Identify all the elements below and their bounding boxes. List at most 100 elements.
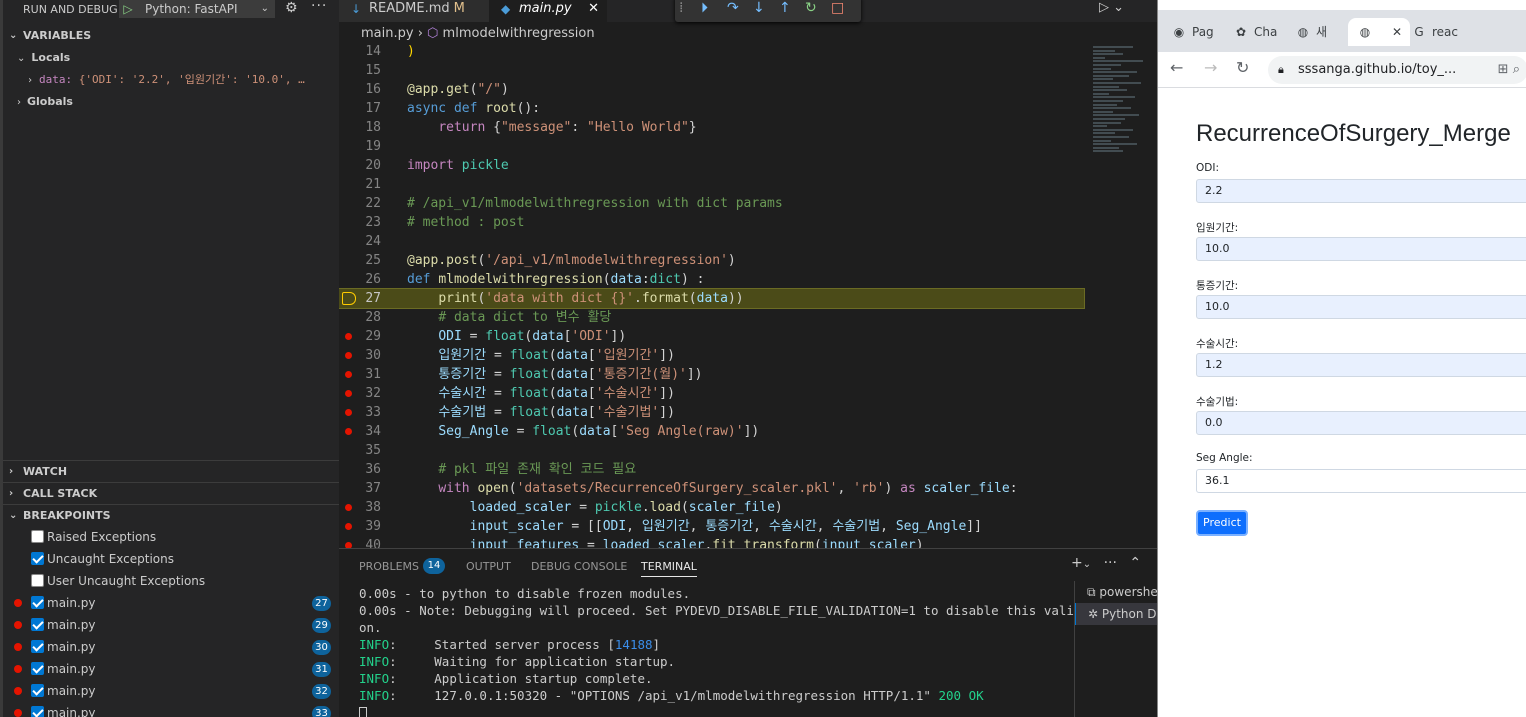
minimap-line [1093,46,1133,48]
exception-option[interactable]: User Uncaught Exceptions [11,570,331,592]
step-over-icon[interactable]: ↷ [727,0,739,16]
minimap-line [1093,60,1143,63]
reload-icon[interactable]: ↻ [1236,58,1249,77]
close-icon[interactable]: ✕ [588,0,599,18]
debug-icon: ✲ [1088,607,1099,621]
chevron-right-icon: › [17,97,21,108]
terminal-item-python-debug[interactable]: ✲ Python Debug Console [1075,603,1157,625]
watch-section-header[interactable]: › WATCH [3,460,339,482]
line-number: 37 [365,481,381,496]
breakpoint-item[interactable]: main.py 29 [11,614,331,636]
field-input[interactable]: 2.2 [1196,179,1526,203]
breakpoint-item[interactable]: main.py 30 [11,636,331,658]
debug-config-select[interactable]: Python: FastAPI ⌄ [137,0,275,18]
stop-icon[interactable]: □ [831,0,844,16]
breadcrumb-symbol[interactable]: mlmodelwithregression [443,26,595,41]
checkbox[interactable] [31,684,44,697]
checkbox[interactable] [31,574,44,587]
tab-main-py[interactable]: ◆ main.py ✕ [489,0,607,22]
call-stack-section-header[interactable]: › CALL STACK [3,482,339,504]
minimap-line [1093,107,1131,110]
field-input[interactable]: 10.0 [1196,237,1526,261]
checkbox[interactable] [31,530,44,543]
breakpoint-item[interactable]: main.py 31 [11,658,331,680]
breakpoints-section-header[interactable]: ⌄ BREAKPOINTS [3,504,339,526]
translate-icon[interactable]: ⊞ [1498,62,1509,77]
tab-debug-console[interactable]: DEBUG CONSOLE [531,560,627,573]
tab-output[interactable]: OUTPUT [466,560,511,573]
variables-section-header[interactable]: ⌄ VARIABLES [3,25,339,47]
zoom-icon[interactable]: ⌕ [1513,62,1520,77]
chevron-right-icon: › [9,488,14,499]
browser-toolbar: ← → ↻ 🔒︎ sssanga.github.io/toy_... ⊞ ⌕ [1158,52,1526,88]
checkbox[interactable] [31,596,44,609]
chevron-down-icon[interactable]: ⌄ [1083,559,1091,570]
field-input[interactable]: 36.1 [1196,469,1526,493]
breakpoint-item[interactable]: main.py 32 [11,680,331,702]
restart-icon[interactable]: ↻ [805,0,817,16]
add-terminal-icon[interactable]: + [1071,555,1083,571]
continue-icon[interactable]: ⏵ [701,0,708,16]
line-number: 31 [365,367,381,382]
minimap-line [1093,85,1119,88]
browser-tab[interactable]: ◉ Pag [1172,18,1230,46]
start-debugging-button[interactable]: ▷ [119,0,137,18]
minimap-line [1093,64,1121,66]
browser-tab[interactable]: ◍ 새 [1296,18,1348,46]
locals-scope[interactable]: ⌄ Locals [17,47,70,69]
globals-scope[interactable]: › Globals [17,91,73,113]
exception-option[interactable]: Raised Exceptions [11,526,331,548]
checkbox[interactable] [31,662,44,675]
back-icon[interactable]: ← [1170,58,1183,77]
code-line: 21 [339,175,1084,194]
tab-problems[interactable]: PROBLEMS [359,560,419,573]
field-input[interactable]: 0.0 [1196,411,1526,435]
drag-handle-icon[interactable]: ⁞ [679,0,683,16]
exception-label: Raised Exceptions [47,530,157,544]
current-code-line: 27 print('data with dict {}'.format(data… [339,288,1085,309]
checkbox[interactable] [31,552,44,565]
checkbox[interactable] [31,706,44,717]
terminal-output[interactable]: 0.00s - to python to disable frozen modu… [359,585,1104,717]
url-text: sssanga.github.io/toy_... [1298,62,1457,77]
exception-option[interactable]: Uncaught Exceptions [11,548,331,570]
variable-data[interactable]: › data: {'ODI': '2.2', '입원기간': '10.0', … [27,69,339,91]
breakpoint-item[interactable]: main.py 27 [11,592,331,614]
debug-toolbar: ⁞ ⏵ ↷ ↓ ↑ ↻ □ [675,0,861,22]
code-line: 40 input_features = loaded_scaler.fit_tr… [339,536,1084,548]
field-input[interactable]: 10.0 [1196,295,1526,319]
code-text: 입원기간 = float(data['입원기간']) [438,348,675,363]
step-out-icon[interactable]: ↑ [779,0,791,16]
code-text: async def root(): [407,101,541,116]
minimap-line [1093,139,1111,142]
minimap[interactable] [1089,42,1157,162]
checkbox[interactable] [31,640,44,653]
terminal-item-powershell[interactable]: ⧉ powershell [1075,581,1157,603]
field-input[interactable]: 1.2 [1196,353,1526,377]
chevron-up-icon[interactable]: ⌃ [1129,555,1141,571]
browser-tab[interactable]: ◍ ✕ [1348,18,1410,46]
line-number: 40 [365,538,381,548]
breakpoint-item[interactable]: main.py 33 [11,702,331,717]
tab-terminal[interactable]: TERMINAL [641,560,697,577]
code-line: 35 [339,441,1084,460]
chevron-down-icon[interactable]: ⌄ [1113,0,1124,15]
gear-icon[interactable]: ⚙ [285,0,298,16]
step-into-icon[interactable]: ↓ [753,0,765,16]
minimap-line [1093,125,1107,128]
address-bar[interactable]: 🔒︎ sssanga.github.io/toy_... ⊞ ⌕ [1268,56,1526,84]
more-actions-icon[interactable]: ··· [1104,555,1117,571]
tab-readme[interactable]: ↓ README.md M [339,0,489,22]
checkbox[interactable] [31,618,44,631]
code-line: 19 [339,137,1084,156]
close-icon[interactable]: ✕ [1392,25,1402,39]
breadcrumb-file[interactable]: main.py [361,26,414,41]
browser-tab[interactable]: Greac [1412,18,1472,46]
forward-icon[interactable]: → [1204,58,1217,77]
more-actions-icon[interactable]: ··· [311,0,327,14]
browser-tab[interactable]: ✿ Cha [1234,18,1292,46]
run-icon[interactable]: ▷ [1099,0,1109,15]
code-editor[interactable]: 14) 15 16 @app.get("/") 17 async def root(): 1… [339,42,1089,548]
breakpoint-line-badge: 32 [312,684,331,699]
predict-button[interactable]: Predict [1196,510,1248,536]
